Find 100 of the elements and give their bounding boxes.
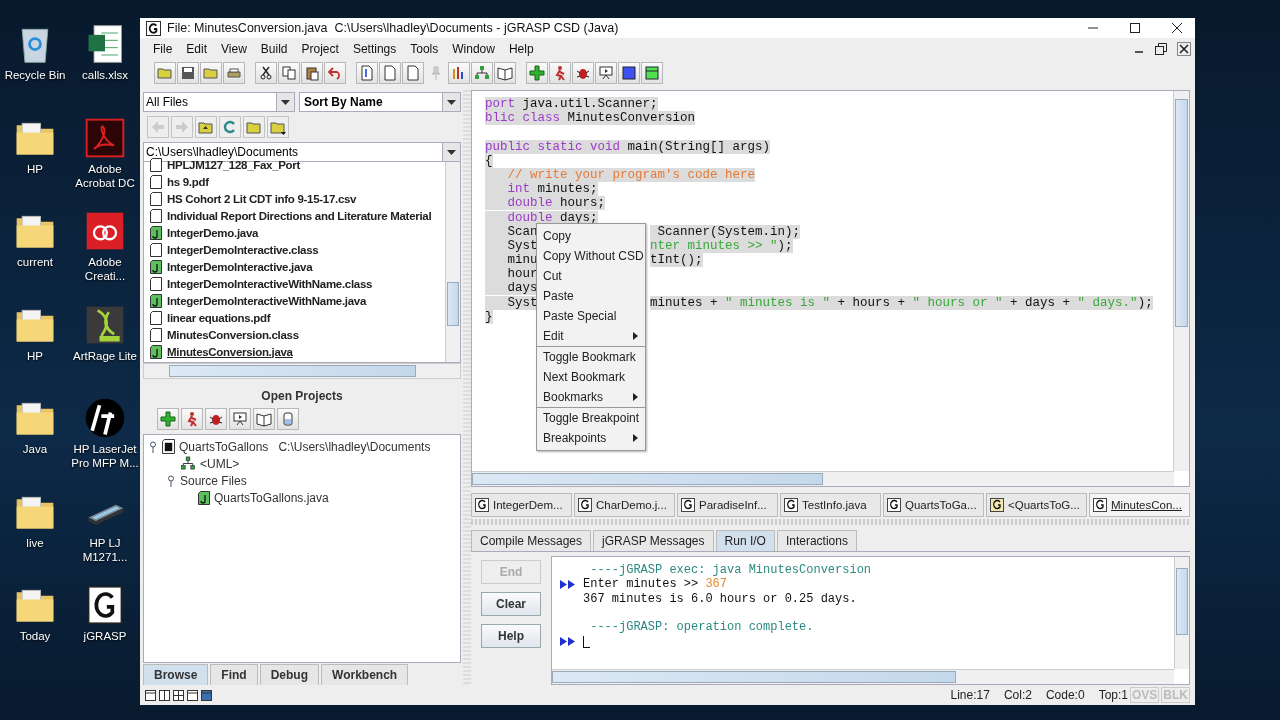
- run-button[interactable]: Clear: [481, 592, 541, 616]
- restore-icon[interactable]: [1154, 42, 1168, 56]
- window-icon[interactable]: [641, 62, 663, 84]
- folder-menu-icon[interactable]: [267, 116, 289, 138]
- split-handle[interactable]: [463, 90, 471, 685]
- shortcut-label[interactable]: HP LaserJet Pro MFP M...: [70, 442, 140, 470]
- document-tab[interactable]: MinutesCon...: [1089, 493, 1190, 517]
- book-icon[interactable]: [494, 62, 516, 84]
- scissors-icon[interactable]: [255, 62, 277, 84]
- menu-item[interactable]: Edit: [537, 326, 645, 346]
- document-tab[interactable]: CharDemo.j...: [574, 493, 675, 517]
- running-figure-icon[interactable]: [181, 408, 203, 430]
- shortcut-label[interactable]: live: [26, 535, 44, 550]
- menu-item[interactable]: Window: [445, 42, 502, 56]
- shortcut-label[interactable]: HP LJ M1271...: [70, 535, 140, 564]
- document-tab[interactable]: QuartsToGa...: [883, 493, 984, 517]
- easel-icon[interactable]: [229, 408, 251, 430]
- tree-item[interactable]: Source Files: [180, 473, 247, 488]
- file-name[interactable]: linear equations.pdf: [167, 311, 271, 324]
- round-logo-icon[interactable]: [83, 396, 127, 440]
- layout-icon[interactable]: [159, 689, 170, 701]
- bar-chart-icon[interactable]: [448, 62, 470, 84]
- folder-up-icon[interactable]: [195, 116, 217, 138]
- jar-icon[interactable]: [277, 408, 299, 430]
- file-name[interactable]: IntegerDemoInteractiveWithName.class: [167, 277, 373, 290]
- book-icon[interactable]: [253, 408, 275, 430]
- menu-item[interactable]: Build: [253, 42, 295, 56]
- run-button[interactable]: Help: [481, 624, 541, 648]
- file-name[interactable]: MinutesConversion.java: [167, 345, 293, 358]
- document-icon[interactable]: [379, 62, 401, 84]
- message-tab[interactable]: jGRASP Messages: [593, 530, 714, 551]
- panel-tab[interactable]: Browse: [143, 664, 209, 685]
- dropdown-arrow-icon[interactable]: [447, 149, 456, 155]
- plus-icon[interactable]: [157, 408, 179, 430]
- shortcut-label[interactable]: Adobe Acrobat DC: [70, 161, 140, 190]
- menu-item[interactable]: Toggle Bookmark: [537, 347, 645, 367]
- layout-icon[interactable]: [201, 689, 212, 701]
- menu-item[interactable]: Copy: [537, 226, 645, 246]
- tree-item[interactable]: <UML>: [200, 456, 240, 471]
- menu-item[interactable]: Next Bookmark: [537, 367, 645, 387]
- shortcut-label[interactable]: current: [17, 255, 53, 269]
- square-icon[interactable]: [618, 62, 640, 84]
- message-tab[interactable]: Compile Messages: [471, 530, 592, 551]
- file-name[interactable]: IntegerDemoInteractive.class: [167, 243, 319, 256]
- undo-icon[interactable]: [324, 62, 346, 84]
- file-name[interactable]: IntegerDemoInteractiveWithName.java: [167, 294, 367, 307]
- refresh-icon[interactable]: [219, 116, 241, 138]
- sort-dropdown[interactable]: Sort By Name: [299, 92, 461, 112]
- dropdown-arrow-icon[interactable]: [281, 99, 290, 105]
- expanded-toggle-icon[interactable]: [166, 474, 176, 487]
- shortcut-label[interactable]: Java: [22, 442, 48, 456]
- shortcut-label[interactable]: HP: [27, 161, 43, 176]
- menu-item[interactable]: Project: [294, 42, 346, 56]
- file-name[interactable]: HS Cohort 2 Lit CDT info 9-15-17.csv: [167, 192, 357, 205]
- menu-item[interactable]: Copy Without CSD: [537, 246, 645, 266]
- menu-item[interactable]: Breakpoints: [537, 428, 645, 448]
- document-tab[interactable]: <QuartsToG...: [986, 493, 1087, 517]
- menu-item[interactable]: Toggle Breakpoint: [537, 408, 645, 428]
- file-name[interactable]: MinutesConversion.class: [167, 328, 299, 341]
- bug-icon[interactable]: [205, 408, 227, 430]
- menu-item[interactable]: Help: [501, 42, 541, 56]
- file-name[interactable]: IntegerDemoInteractive.java: [167, 260, 313, 273]
- file-name[interactable]: Individual Report Directions and Literature Material: [167, 209, 432, 222]
- vertical-scrollbar[interactable]: [445, 162, 460, 362]
- document-tab[interactable]: ParadiseInf...: [677, 493, 778, 517]
- shortcut-label[interactable]: calls.xlsx: [82, 68, 128, 82]
- menu-item[interactable]: Edit: [179, 42, 215, 56]
- document-tab[interactable]: TestInfo.java: [780, 493, 881, 517]
- document-icon[interactable]: [402, 62, 424, 84]
- menu-item[interactable]: Paste: [537, 286, 645, 306]
- menu-item[interactable]: Paste Special: [537, 306, 645, 326]
- close-icon[interactable]: [1177, 42, 1191, 56]
- close-icon[interactable]: [1171, 22, 1183, 34]
- expanded-toggle-icon[interactable]: [148, 440, 158, 453]
- menu-item[interactable]: Bookmarks: [537, 387, 645, 407]
- menu-item[interactable]: View: [214, 42, 254, 56]
- horizontal-scrollbar[interactable]: [552, 669, 1174, 684]
- menu-item[interactable]: Tools: [403, 42, 446, 56]
- plus-icon[interactable]: [526, 62, 548, 84]
- bug-icon[interactable]: [572, 62, 594, 84]
- easel-icon[interactable]: [595, 62, 617, 84]
- file-name[interactable]: IntegerDemo.java: [167, 226, 259, 239]
- shortcut-label[interactable]: Recycle Bin: [4, 68, 66, 82]
- shortcut-label[interactable]: Adobe Creati...: [70, 255, 140, 283]
- menu-item[interactable]: File: [146, 42, 180, 56]
- maximize-icon[interactable]: [1129, 22, 1141, 34]
- shortcut-label[interactable]: jGRASP: [83, 629, 127, 643]
- clipboard-icon[interactable]: [301, 62, 323, 84]
- horizontal-scrollbar[interactable]: [472, 471, 1174, 486]
- vertical-scrollbar[interactable]: [1174, 557, 1189, 669]
- running-figure-icon[interactable]: [549, 62, 571, 84]
- path-dropdown[interactable]: C:\Users\lhadley\Documents: [143, 142, 461, 162]
- layout-icon[interactable]: [173, 689, 184, 701]
- file-name[interactable]: hs 9.pdf: [167, 175, 209, 188]
- tree-item[interactable]: QuartsToGallons.java: [214, 490, 329, 505]
- dropdown-arrow-icon[interactable]: [447, 99, 456, 105]
- document-icon[interactable]: [356, 62, 378, 84]
- layout-icon[interactable]: [145, 689, 156, 701]
- printer-icon[interactable]: [223, 62, 245, 84]
- copy-icon[interactable]: [278, 62, 300, 84]
